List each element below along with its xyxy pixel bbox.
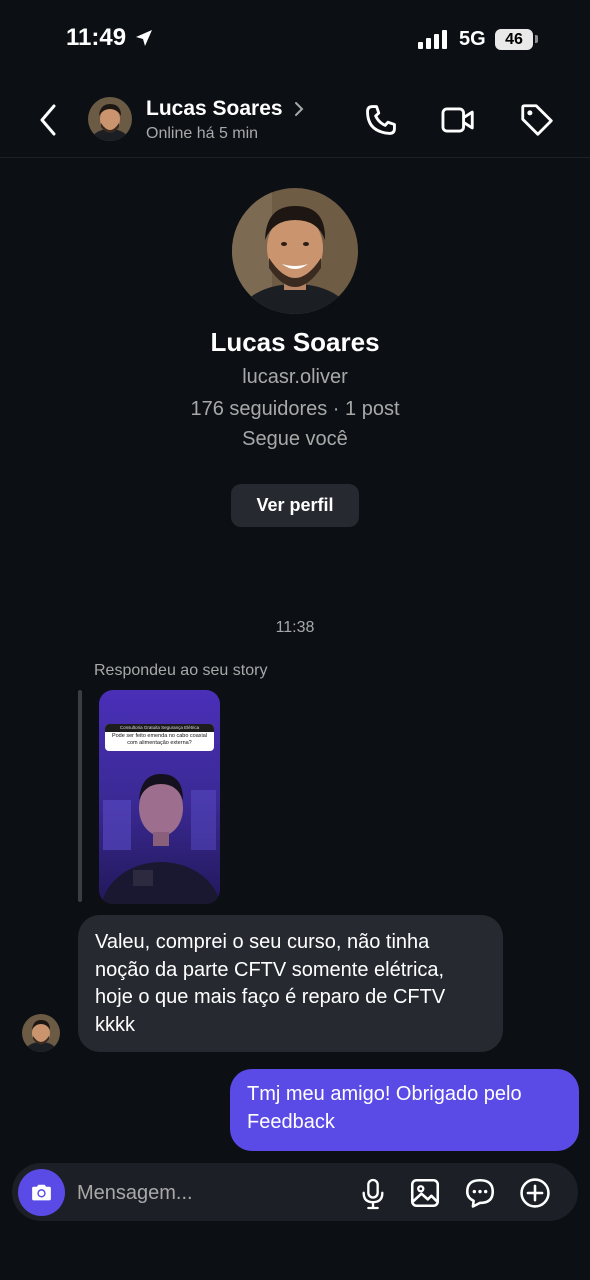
message-timestamp: 11:38 (275, 619, 315, 636)
story-thumbnail[interactable]: Pode ser feito emenda no cabo coaxial co… (99, 690, 220, 904)
header-online-status: Online há 5 min (146, 125, 259, 142)
add-plus-icon[interactable] (518, 1176, 552, 1210)
phone-call-icon[interactable] (362, 101, 400, 139)
microphone-icon[interactable] (359, 1177, 387, 1211)
outgoing-message[interactable]: Tmj meu amigo! Obrigado pelo Feedback (230, 1069, 579, 1151)
tag-icon[interactable] (518, 101, 556, 139)
gallery-icon[interactable] (408, 1176, 442, 1210)
video-call-icon[interactable] (439, 101, 477, 139)
header-contact-name[interactable]: Lucas Soares (146, 97, 283, 121)
story-question-title: Consultoria Gratuita Segurança Elétrica (105, 724, 214, 732)
header-avatar[interactable] (88, 97, 132, 141)
incoming-message[interactable]: Valeu, comprei o seu curso, não tinha no… (78, 915, 503, 1052)
reply-quote-bar (78, 690, 82, 902)
follows-you-label: Segue você (242, 428, 348, 450)
sticker-message-icon[interactable] (463, 1176, 497, 1210)
profile-stats: 176 seguidores · 1 post (190, 398, 400, 420)
back-chevron-icon[interactable] (36, 102, 60, 138)
message-input[interactable] (77, 1178, 337, 1208)
story-reply-label: Respondeu ao seu story (94, 662, 268, 679)
network-type: 5G (459, 28, 486, 50)
profile-username: lucasr.oliver (242, 366, 348, 388)
battery-indicator: 46 (495, 29, 533, 50)
message-sender-avatar[interactable] (22, 1014, 60, 1052)
status-time: 11:49 (66, 24, 127, 51)
location-arrow-icon (136, 30, 152, 46)
view-profile-button[interactable]: Ver perfil (231, 484, 359, 527)
camera-icon (32, 1184, 51, 1201)
camera-button[interactable] (18, 1169, 65, 1216)
chevron-right-icon[interactable] (293, 101, 305, 117)
profile-name: Lucas Soares (210, 327, 380, 357)
cellular-signal-icon (418, 30, 447, 49)
battery-tip (535, 35, 538, 43)
header-divider (0, 157, 590, 158)
profile-avatar[interactable] (232, 188, 358, 314)
